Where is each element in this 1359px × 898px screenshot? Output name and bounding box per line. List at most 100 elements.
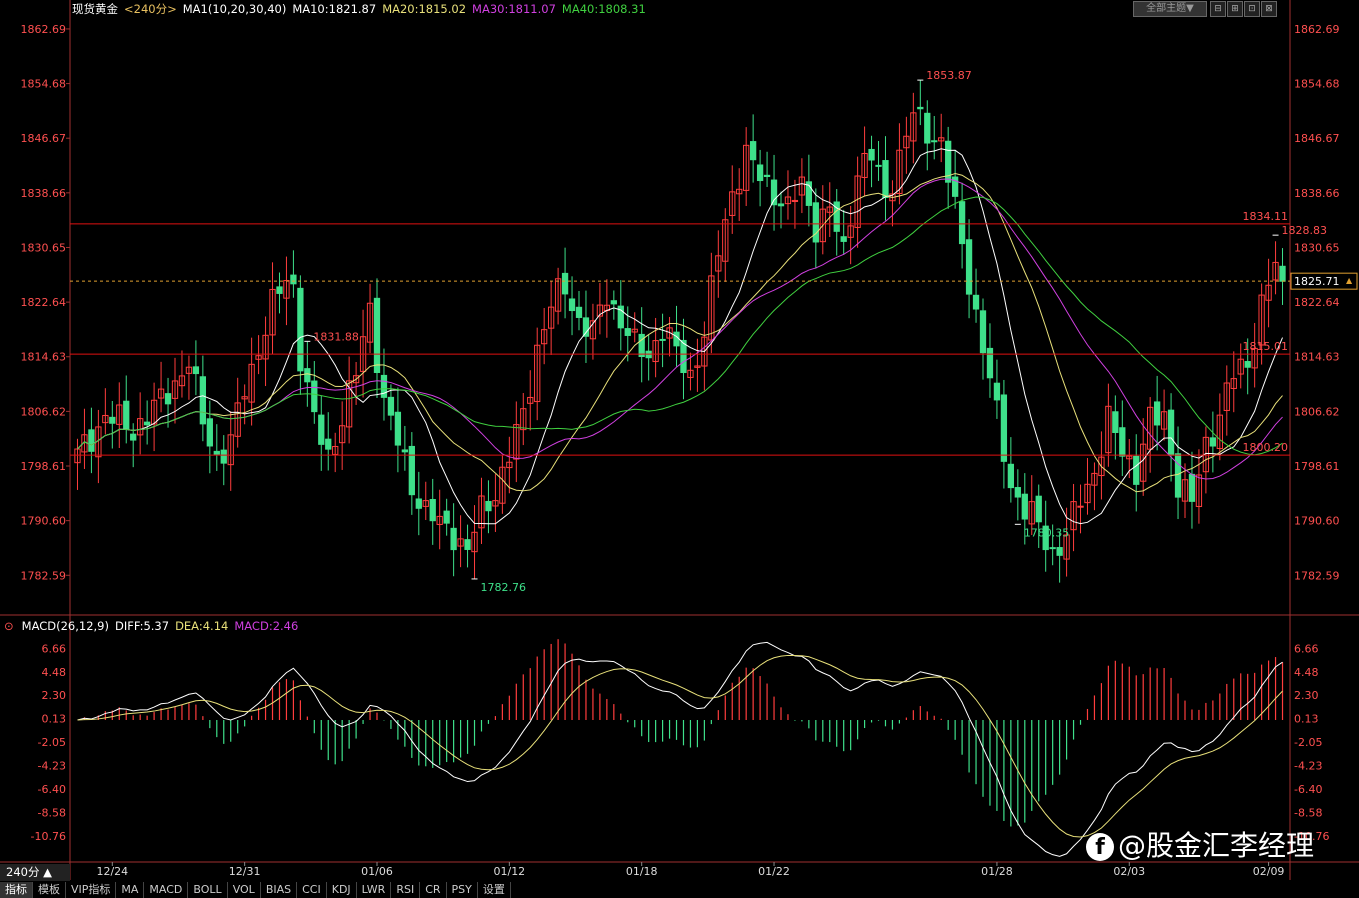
candle-body	[1244, 361, 1251, 368]
candle-body	[568, 298, 576, 312]
tab-3[interactable]: MA	[116, 882, 145, 898]
macd-diff: DIFF:5.37	[114, 619, 170, 633]
candle-body	[199, 376, 207, 425]
macd-settings-icon[interactable]: ⊙	[4, 619, 14, 633]
price-tick-right: 1854.68	[1294, 78, 1340, 91]
candle-body	[373, 297, 381, 374]
price-tick-left: 1830.65	[21, 241, 67, 254]
candle-body	[965, 239, 973, 295]
tab-8[interactable]: CCI	[297, 882, 327, 898]
level-label: 1834.11	[1243, 210, 1289, 223]
ma20-value: MA20:1815.02	[382, 2, 467, 16]
candle-body	[109, 416, 116, 424]
window-button-4[interactable]: ⊠	[1261, 1, 1277, 17]
macd-tick-right: 6.66	[1294, 642, 1319, 655]
macd-tick-right: -6.40	[1294, 783, 1322, 796]
tab-11[interactable]: RSI	[391, 882, 421, 898]
macd-tick-left: -6.40	[38, 783, 66, 796]
candle-body	[192, 366, 200, 375]
tab-9[interactable]: KDJ	[327, 882, 357, 898]
price-annotation: 1780.35	[1024, 526, 1070, 539]
tab-10[interactable]: LWR	[357, 882, 392, 898]
tab-1[interactable]: 模板	[33, 882, 66, 898]
ma-indicator-name[interactable]: MA1(10,20,30,40)	[183, 2, 287, 16]
tab-14[interactable]: 设置	[478, 882, 511, 898]
price-tick-left: 1822.64	[21, 296, 67, 309]
candle-body	[770, 179, 778, 206]
candle-body	[986, 347, 994, 379]
candle-body	[1133, 455, 1140, 485]
tab-7[interactable]: BIAS	[261, 882, 298, 898]
candle-body	[318, 414, 325, 445]
candle-body	[868, 148, 875, 161]
candle-body	[297, 287, 304, 372]
candle-body	[1167, 409, 1175, 456]
candle-body	[680, 339, 687, 374]
instrument-name: 现货黄金	[72, 2, 118, 16]
tab-6[interactable]: VOL	[228, 882, 261, 898]
window-button-1[interactable]: ⊟	[1210, 1, 1226, 17]
candle-body	[561, 272, 569, 295]
candle-body	[882, 160, 889, 198]
candle-body	[931, 140, 938, 143]
price-tick-left: 1814.63	[21, 351, 67, 364]
price-tick-left: 1838.66	[21, 187, 67, 200]
current-price-arrow: ▲	[1346, 276, 1353, 285]
theme-dropdown[interactable]: 全部主题▼	[1133, 1, 1207, 17]
macd-name[interactable]: MACD(26,12,9)	[22, 619, 109, 633]
macd-tick-left: 0.13	[42, 713, 67, 726]
price-tick-right: 1798.61	[1294, 460, 1340, 473]
macd-tick-left: -10.76	[31, 830, 66, 843]
price-annotation: 1853.87	[926, 69, 972, 82]
tab-13[interactable]: PSY	[447, 882, 478, 898]
price-tick-right: 1790.60	[1294, 515, 1340, 528]
candle-body	[1112, 411, 1119, 433]
date-tick-label: 02/03	[1113, 865, 1145, 878]
candle-body	[206, 418, 213, 447]
candle-body	[958, 201, 966, 245]
date-tick-label: 01/06	[361, 865, 393, 878]
period-label[interactable]: <240分>	[124, 2, 177, 16]
chart-area[interactable]: 1862.69 1862.69 1854.68 1854.68 1846.67 1846.…	[0, 0, 1359, 898]
candle-body	[130, 433, 137, 441]
candle-body	[429, 499, 436, 522]
candle-body	[325, 438, 332, 450]
macd-tick-right: -4.23	[1294, 760, 1322, 773]
tab-12[interactable]: CR	[420, 882, 447, 898]
candle-body	[1049, 547, 1056, 550]
macd-header: ⊙ MACD(26,12,9) DIFF:5.37 DEA:4.14 MACD:2.46	[0, 618, 298, 634]
tab-5[interactable]: BOLL	[188, 882, 228, 898]
candle-body	[1077, 505, 1084, 508]
tab-4[interactable]: MACD	[144, 882, 189, 898]
candle-body	[638, 333, 645, 357]
macd-tick-left: 4.48	[42, 666, 67, 679]
candle-body	[1035, 495, 1042, 523]
date-tick-label: 01/12	[493, 865, 525, 878]
price-tick-right: 1846.67	[1294, 132, 1340, 145]
candle-body	[763, 174, 771, 178]
period-selector[interactable]: 240分 ▲	[0, 864, 70, 881]
price-tick-right: 1782.59	[1294, 569, 1340, 582]
tab-2[interactable]: VIP指标	[66, 882, 117, 898]
macd-tick-left: -2.05	[38, 736, 66, 749]
candle-body	[659, 338, 666, 341]
candle-body	[1188, 473, 1196, 502]
candle-body	[485, 500, 492, 512]
candle-body	[812, 202, 819, 243]
window-button-3[interactable]: ⊡	[1244, 1, 1260, 17]
tab-0[interactable]: 指标	[0, 882, 33, 898]
candle-body	[443, 510, 450, 524]
candle-body	[123, 400, 130, 430]
window-button-2[interactable]: ⊞	[1227, 1, 1243, 17]
candle-body	[164, 393, 172, 405]
candle-body	[1174, 453, 1182, 498]
macd-tick-left: 2.30	[42, 689, 67, 702]
candle-body	[1000, 394, 1008, 462]
date-tick-label: 02/09	[1253, 865, 1285, 878]
diff-line	[77, 641, 1283, 857]
price-tick-left: 1798.61	[21, 460, 67, 473]
price-tick-left: 1862.69	[21, 23, 67, 36]
candle-body	[1014, 487, 1021, 498]
candle-body	[924, 112, 931, 144]
candle-body	[840, 236, 847, 242]
